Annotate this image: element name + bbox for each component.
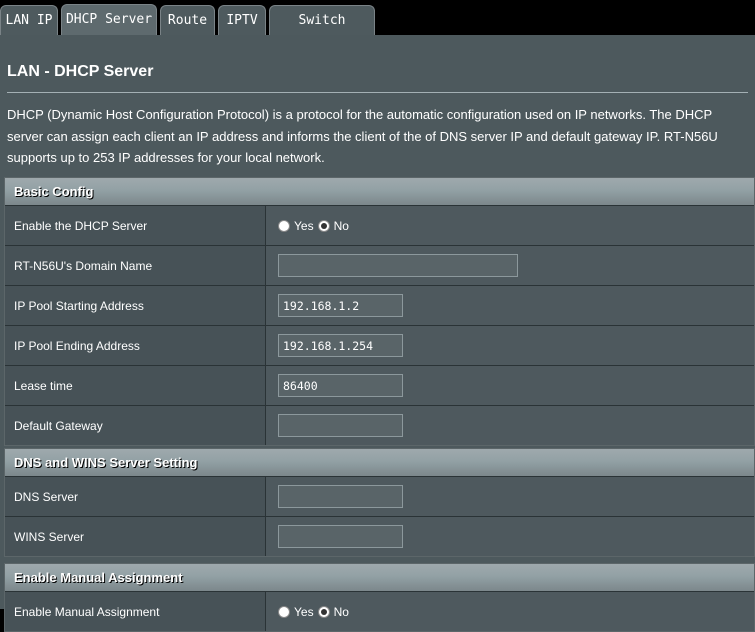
section-header-dns-wins: DNS and WINS Server Setting — [5, 449, 754, 477]
row-domain-name: RT-N56U's Domain Name — [5, 246, 754, 286]
row-pool-start: IP Pool Starting Address — [5, 286, 754, 326]
section-header-basic-config: Basic Config — [5, 178, 754, 206]
dns-wins-section: DNS and WINS Server Setting DNS Server W… — [4, 448, 755, 557]
enable-manual-yes-label[interactable]: Yes — [294, 605, 314, 619]
dns-server-input[interactable] — [278, 485, 403, 508]
enable-dhcp-yes-label[interactable]: Yes — [294, 219, 314, 233]
page-title: LAN - DHCP Server — [7, 63, 154, 80]
enable-dhcp-no-radio[interactable] — [317, 219, 330, 232]
wins-server-input[interactable] — [278, 525, 403, 548]
tab-route[interactable]: Route — [160, 5, 215, 35]
pool-end-label: IP Pool Ending Address — [5, 326, 266, 365]
domain-name-input[interactable] — [278, 254, 518, 277]
wins-server-label: WINS Server — [5, 517, 266, 556]
row-enable-manual: Enable Manual Assignment Yes No — [5, 592, 754, 631]
domain-name-label: RT-N56U's Domain Name — [5, 246, 266, 285]
row-wins-server: WINS Server — [5, 517, 754, 556]
tab-iptv[interactable]: IPTV — [218, 5, 266, 35]
dns-server-label: DNS Server — [5, 477, 266, 516]
content-panel: LAN - DHCP Server DHCP (Dynamic Host Con… — [0, 35, 755, 632]
pool-end-input[interactable] — [278, 334, 403, 357]
enable-dhcp-label: Enable the DHCP Server — [5, 206, 266, 245]
tab-dhcp-server[interactable]: DHCP Server — [61, 4, 157, 35]
lease-time-input[interactable] — [278, 374, 403, 397]
row-pool-end: IP Pool Ending Address — [5, 326, 754, 366]
enable-manual-no-radio[interactable] — [317, 605, 330, 618]
enable-manual-label: Enable Manual Assignment — [5, 592, 266, 631]
row-dns-server: DNS Server — [5, 477, 754, 517]
default-gateway-label: Default Gateway — [5, 406, 266, 445]
pool-start-label: IP Pool Starting Address — [5, 286, 266, 325]
enable-manual-no-label[interactable]: No — [334, 605, 349, 619]
row-lease-time: Lease time — [5, 366, 754, 406]
row-default-gateway: Default Gateway — [5, 406, 754, 445]
default-gateway-input[interactable] — [278, 414, 403, 437]
tab-bar: LAN IP DHCP Server Route IPTV Switch Con… — [0, 0, 755, 58]
row-enable-dhcp: Enable the DHCP Server Yes No — [5, 206, 754, 246]
enable-dhcp-no-label[interactable]: No — [334, 219, 349, 233]
enable-dhcp-yes-radio[interactable] — [278, 219, 290, 232]
pool-start-input[interactable] — [278, 294, 403, 317]
manual-assignment-section: Enable Manual Assignment Enable Manual A… — [4, 563, 755, 632]
enable-dhcp-radio-group: Yes No — [278, 219, 353, 233]
section-header-manual-assignment: Enable Manual Assignment — [5, 564, 754, 592]
lease-time-label: Lease time — [5, 366, 266, 405]
basic-config-section: Basic Config Enable the DHCP Server Yes … — [4, 177, 755, 446]
tab-switch-control[interactable]: Switch Control — [269, 5, 375, 58]
enable-manual-yes-radio[interactable] — [278, 605, 290, 618]
page-description: DHCP (Dynamic Host Configuration Protoco… — [7, 107, 718, 165]
enable-manual-radio-group: Yes No — [278, 605, 353, 619]
title-divider — [7, 92, 748, 93]
tab-lan-ip[interactable]: LAN IP — [0, 5, 58, 35]
